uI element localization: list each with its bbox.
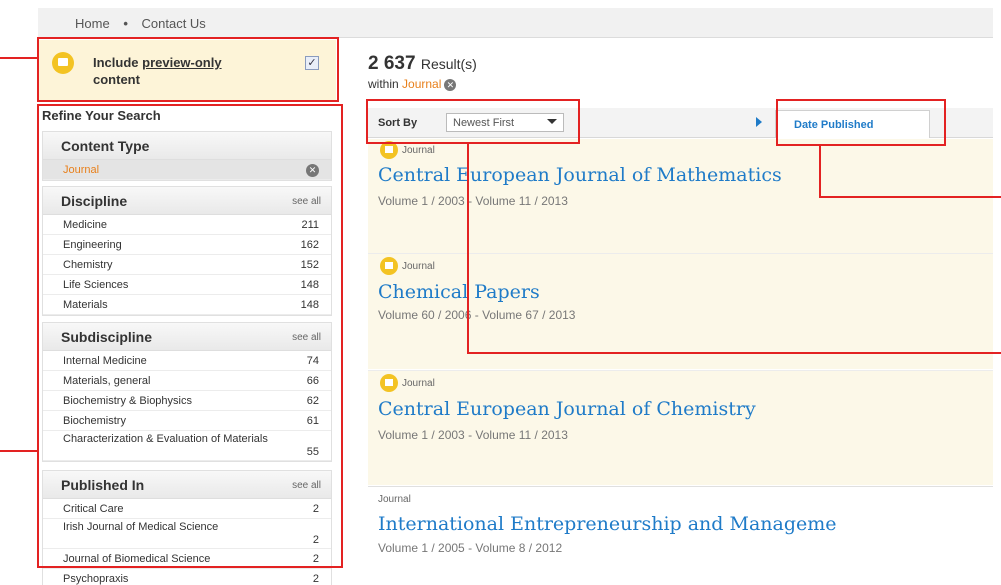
remove-filter-icon[interactable]: ✕ bbox=[444, 79, 457, 91]
annotation-line bbox=[0, 450, 38, 452]
annotation-box-preview bbox=[37, 37, 339, 102]
nav-home-link[interactable]: Home bbox=[75, 16, 110, 31]
result-title-link[interactable]: International Entrepreneurship and Manag… bbox=[378, 513, 837, 535]
annotation-box-refine bbox=[37, 104, 343, 568]
top-nav: Home • Contact Us bbox=[38, 8, 993, 38]
result-volumes: Volume 1 / 2005 - Volume 8 / 2012 bbox=[378, 541, 563, 555]
result-item: Journal Central European Journal of Chem… bbox=[368, 370, 993, 485]
annotation-line bbox=[819, 196, 1001, 198]
result-item: Journal International Entrepreneurship a… bbox=[368, 486, 993, 585]
lock-icon bbox=[380, 257, 398, 275]
result-type: Journal bbox=[402, 145, 435, 156]
annotation-box-date bbox=[776, 99, 946, 146]
nav-separator: • bbox=[123, 16, 128, 31]
result-volumes: Volume 60 / 2006 - Volume 67 / 2013 bbox=[378, 308, 576, 322]
result-title-link[interactable]: Central European Journal of Mathematics bbox=[378, 164, 782, 186]
within-filter: within Journal ✕ bbox=[368, 77, 457, 91]
result-title-link[interactable]: Chemical Papers bbox=[378, 281, 540, 303]
play-arrow-icon bbox=[756, 117, 762, 127]
result-type: Journal bbox=[378, 494, 411, 505]
result-volumes: Volume 1 / 2003 - Volume 11 / 2013 bbox=[378, 428, 568, 442]
lock-icon bbox=[380, 374, 398, 392]
result-count: 2 637 Result(s) bbox=[368, 53, 477, 74]
facet-item[interactable]: Psychopraxis 2 bbox=[43, 569, 331, 585]
annotation-line bbox=[467, 352, 1001, 354]
result-type: Journal bbox=[402, 261, 435, 272]
result-type: Journal bbox=[402, 378, 435, 389]
result-title-link[interactable]: Central European Journal of Chemistry bbox=[378, 398, 756, 420]
annotation-line bbox=[819, 146, 821, 198]
result-volumes: Volume 1 / 2003 - Volume 11 / 2013 bbox=[378, 194, 568, 208]
annotation-line bbox=[467, 144, 469, 354]
annotation-line bbox=[0, 57, 38, 59]
nav-contact-link[interactable]: Contact Us bbox=[142, 16, 206, 31]
within-filter-value[interactable]: Journal bbox=[402, 77, 441, 91]
annotation-box-sort bbox=[366, 99, 580, 144]
